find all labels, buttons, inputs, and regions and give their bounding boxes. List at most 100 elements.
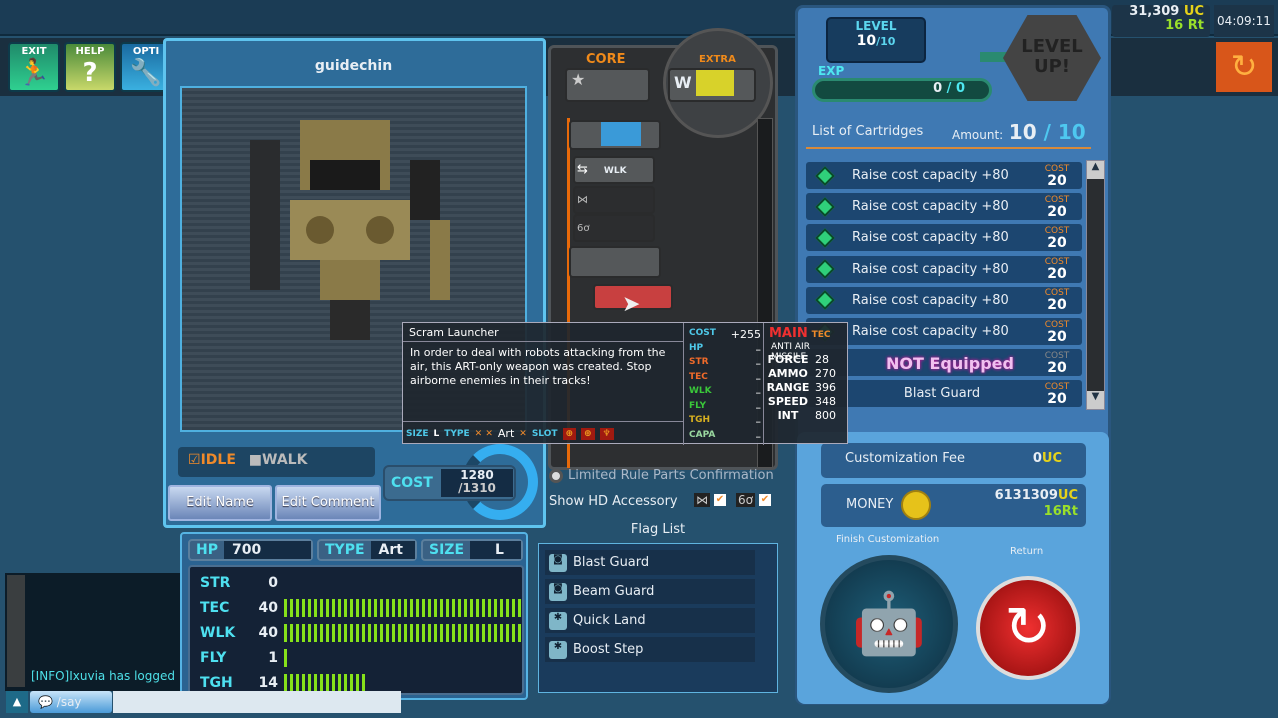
uc-amount: 31,309 — [1129, 4, 1180, 19]
accessory-slot-2[interactable]: 6ơ — [573, 214, 655, 242]
cartridge-gem-icon — [815, 196, 835, 217]
legs-part-icon — [601, 122, 641, 146]
chat-channel: /say — [56, 695, 82, 709]
mod-row: STR – — [689, 357, 761, 372]
running-man-icon: 🏃 — [17, 58, 51, 88]
edit-name-button[interactable]: Edit Name — [168, 485, 272, 521]
chat-input[interactable] — [113, 691, 401, 713]
mod-row: COST +255 — [689, 328, 761, 343]
limited-rule-radio[interactable]: Limited Rule Parts Confirmation — [549, 468, 774, 483]
cartridge-gem-icon — [815, 165, 835, 186]
spec-row: AMMO 270 — [765, 367, 845, 381]
exit-button[interactable]: EXIT 🏃 — [8, 42, 60, 92]
spec-label: RANGE — [766, 381, 810, 394]
tooltip-type-label: TYPE — [444, 428, 470, 439]
stat-bar — [284, 599, 524, 617]
cost-max: /1310 — [458, 481, 496, 495]
return-button[interactable]: ↻ — [976, 576, 1080, 680]
help-button[interactable]: HELP? — [64, 42, 116, 92]
flag-item: ◙ Blast Guard — [545, 550, 755, 575]
spec-value: 800 — [815, 409, 836, 422]
type-value: Art — [370, 541, 415, 559]
chat-channel-button[interactable]: 💬 /say — [30, 691, 112, 713]
stat-value: 40 — [258, 600, 278, 616]
stat-bar — [284, 674, 368, 692]
hd-checkbox-2[interactable]: ✔ — [758, 494, 771, 506]
cartridge-scrollbar[interactable]: ▲ ▼ — [1086, 160, 1105, 410]
stat-value: 1 — [268, 650, 278, 666]
cartridge-cost: 20 — [1047, 172, 1067, 189]
movement-slot[interactable]: ⇆ WLK — [573, 156, 655, 184]
bowtie-icon: ⋈ — [577, 193, 588, 206]
cartridge-item[interactable]: Raise cost capacity +80 COST 20 — [806, 224, 1082, 252]
stat-row-tec: TEC 40 — [200, 596, 524, 620]
animation-toggle: ☑IDLE ■WALK — [178, 447, 375, 477]
type-stat: TYPE Art — [317, 539, 417, 561]
idle-checkbox[interactable]: ☑IDLE — [188, 452, 236, 468]
fee-unit: UC — [1041, 451, 1062, 466]
walk-checkbox[interactable]: ■WALK — [249, 452, 308, 468]
cartridge-name: Raise cost capacity +80 — [852, 168, 1009, 183]
core-label: CORE — [586, 52, 626, 67]
amount-current: 10 — [1008, 120, 1037, 144]
extra-weapon-slot[interactable]: W — [668, 68, 756, 102]
legs-slot[interactable] — [569, 120, 661, 150]
chat-scrollbar[interactable] — [7, 575, 25, 687]
mod-row: TGH – — [689, 415, 761, 430]
tooltip-type: Art — [497, 427, 515, 440]
bowtie-icon: ⋈ — [694, 493, 710, 507]
scroll-down-icon[interactable]: ▼ — [1087, 391, 1104, 409]
cartridge-item[interactable]: Raise cost capacity +80 COST 20 — [806, 255, 1082, 283]
flag-item: ✱ Quick Land — [545, 608, 755, 633]
stat-row-wlk: WLK 40 — [200, 621, 524, 645]
flag-item: ✱ Boost Step — [545, 637, 755, 662]
return-arrow-icon: ↻ — [1004, 595, 1052, 660]
spec-label: INT — [777, 409, 799, 422]
core-head-slot[interactable]: ★ — [565, 68, 650, 102]
cartridge-cost: 20 — [1047, 203, 1067, 220]
stat-label: FLY — [200, 650, 227, 666]
not-equipped-label: NOT Equipped — [886, 354, 1014, 373]
robot-name: guidechin — [314, 58, 393, 74]
cartridge-item[interactable]: Raise cost capacity +80 COST 20 — [806, 193, 1082, 221]
part-tooltip: Scram Launcher In order to deal with rob… — [402, 322, 848, 445]
accessory-slot-1[interactable]: ⋈ — [573, 186, 655, 214]
rt-value: 16 — [1043, 504, 1062, 519]
mod-row: HP – — [689, 343, 761, 358]
cartridge-item[interactable]: Raise cost capacity +80 COST 20 — [806, 286, 1082, 314]
extra-label: EXTRA — [699, 54, 736, 65]
spec-row: SPEED 348 — [765, 395, 845, 409]
exp-max: 0 — [955, 81, 965, 96]
cartridge-cost: 20 — [1047, 234, 1067, 251]
cartridge-cost: 20 — [1047, 297, 1067, 314]
mod-label: WLK — [689, 386, 712, 396]
boost-flag-icon: ✱ — [549, 640, 567, 659]
idle-label: IDLE — [200, 452, 236, 468]
currency-display: 31,309 UC 16 Rt — [1112, 5, 1210, 37]
exit-label: EXIT — [21, 46, 47, 57]
cartridge-list-title: List of Cartridges — [812, 124, 924, 139]
cartridge-item[interactable]: Raise cost capacity +80 COST 20 — [806, 162, 1082, 189]
finish-customization-button[interactable]: 🤖 — [820, 555, 958, 693]
hd-checkbox-1[interactable]: ✔ — [714, 494, 726, 506]
exp-current: 0 — [933, 81, 943, 96]
scroll-up-icon[interactable]: ▲ — [1087, 161, 1104, 179]
back-button[interactable]: ↻ — [1216, 42, 1272, 92]
spec-value: 28 — [815, 353, 829, 366]
question-icon: ? — [82, 58, 98, 88]
stats-panel: HP 700 TYPE Art SIZE L STR 0 TEC 40 WLK 40 FLY 1 TG… — [180, 532, 528, 700]
cost-label: COST — [1044, 163, 1070, 174]
level-box: LEVEL 10/10 — [826, 17, 926, 63]
money-label: MONEY — [846, 497, 894, 512]
cost-label: COST — [1044, 319, 1070, 330]
stat-label: TGH — [200, 675, 233, 691]
edit-comment-button[interactable]: Edit Comment — [275, 485, 381, 521]
mod-value: – — [755, 415, 762, 428]
finish-label: Finish Customization — [836, 534, 940, 545]
chat-expand-button[interactable]: ▲ — [6, 691, 28, 713]
stat-value: 40 — [258, 625, 278, 641]
crab-slot-icon: ♆ — [599, 427, 614, 440]
right-arm-slot[interactable] — [569, 246, 661, 278]
chat-message: [INFO]Ixuvia has logged — [31, 669, 176, 683]
tooltip-main-label: MAIN — [769, 326, 808, 341]
